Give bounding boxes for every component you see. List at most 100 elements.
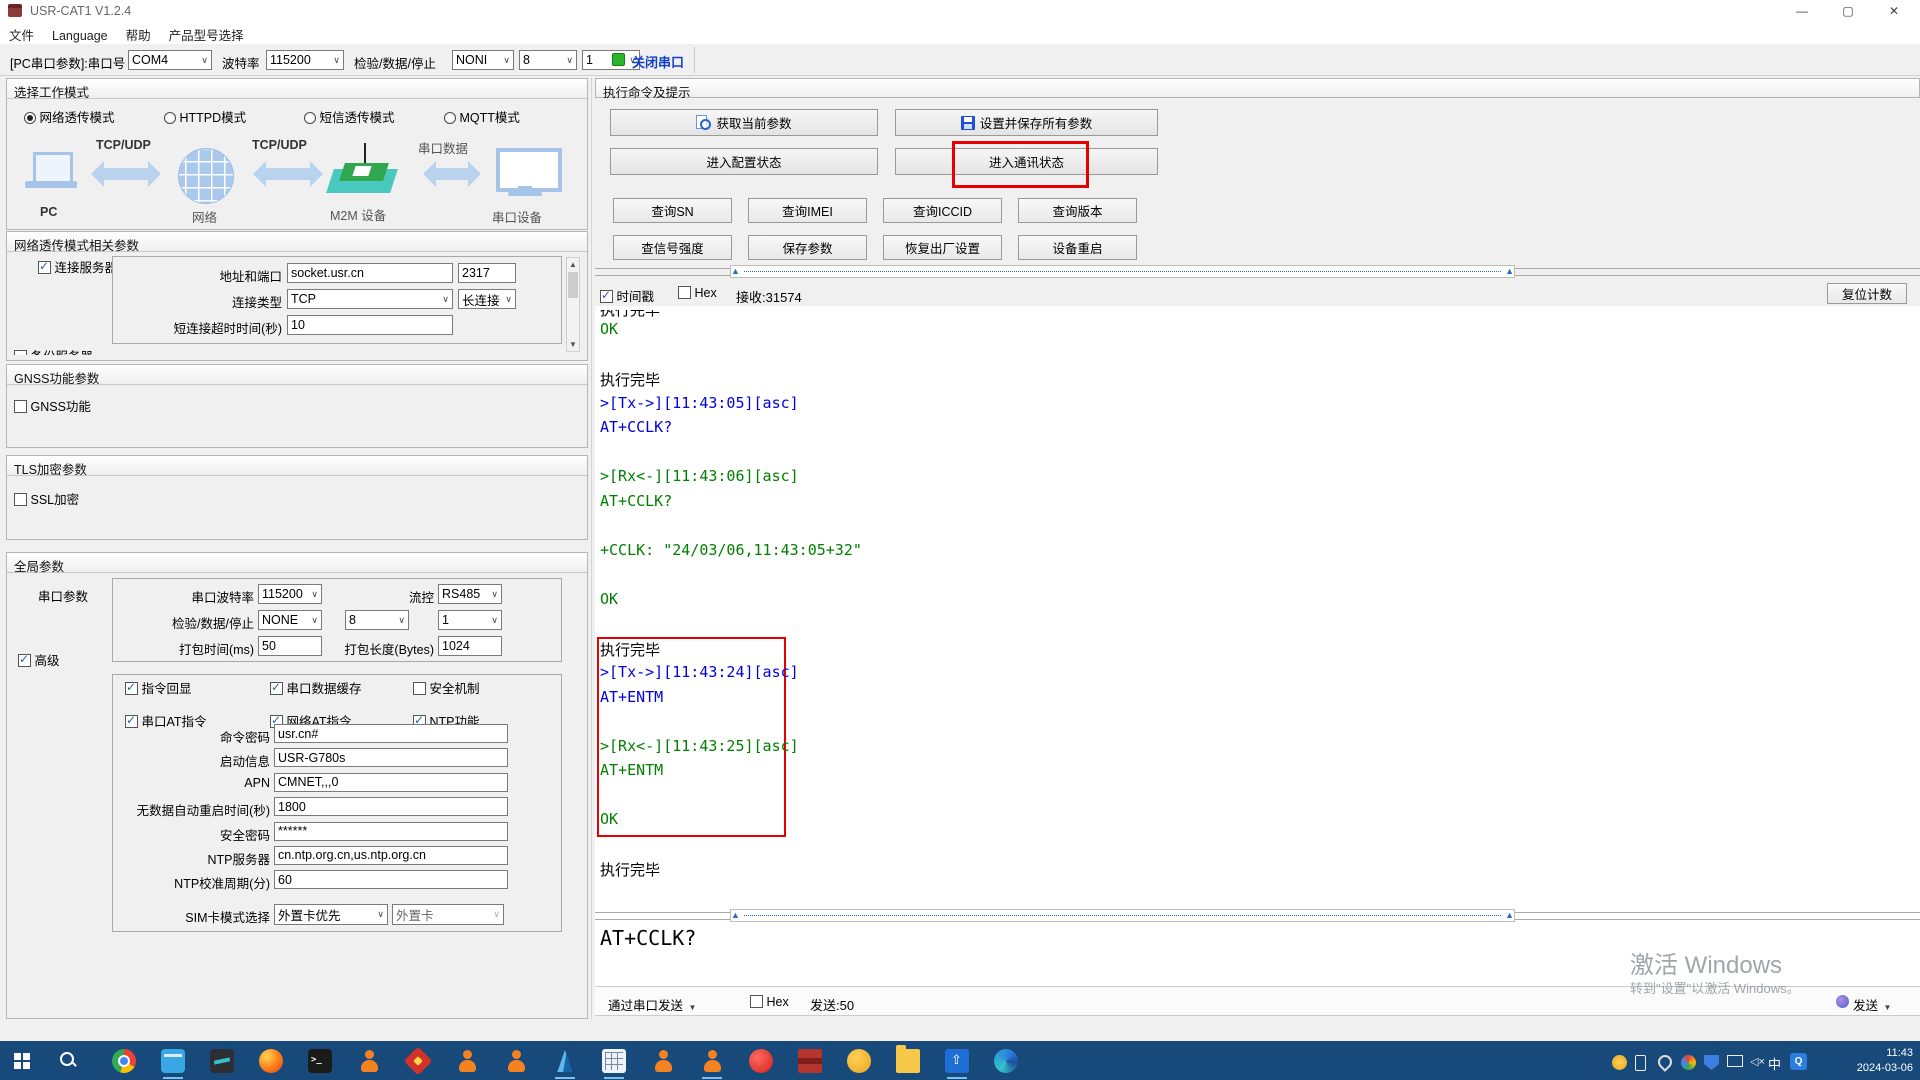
close-port-button[interactable]: 关闭串口 <box>632 52 684 71</box>
pack-len-label: 打包长度(Bytes) <box>330 639 434 658</box>
baud-select[interactable]: 115200∨ <box>266 50 344 70</box>
sim-card-select[interactable]: 外置卡∨ <box>392 904 504 925</box>
advanced-option-checkbox[interactable]: 安全机制 <box>413 678 553 700</box>
hex-checkbox[interactable]: Hex <box>678 286 717 300</box>
field-input[interactable] <box>274 870 508 889</box>
pack-len-input[interactable] <box>438 636 502 656</box>
reset-count-button[interactable]: 复位计数 <box>1827 283 1907 304</box>
field-input[interactable] <box>274 797 508 816</box>
advanced-checkbox[interactable]: 高级 <box>18 650 60 669</box>
send-hex-checkbox[interactable]: Hex <box>750 995 789 1009</box>
send-button[interactable]: 发送 ▼ <box>1853 995 1891 1014</box>
pack-time-input[interactable] <box>258 636 322 656</box>
conn-type-select[interactable]: TCP∨ <box>287 289 453 309</box>
bird-tray-icon[interactable] <box>1681 1055 1696 1070</box>
maximize-button[interactable]: ▢ <box>1825 0 1871 22</box>
set-save-params-button[interactable]: 设置并保存所有参数 <box>895 109 1158 136</box>
sail-blue-taskbar-icon[interactable] <box>553 1049 577 1073</box>
work-mode-option[interactable]: 网络透传模式 <box>24 107 164 125</box>
person-taskbar-icon[interactable] <box>700 1049 724 1073</box>
ie-window-taskbar-icon[interactable] <box>161 1049 185 1073</box>
scroll-up-icon[interactable]: ▲ <box>567 260 579 269</box>
menu-item[interactable]: Language <box>43 26 117 46</box>
enter-config-button[interactable]: 进入配置状态 <box>610 148 878 175</box>
scroll-down-icon[interactable]: ▼ <box>567 340 579 349</box>
person-taskbar-icon[interactable] <box>357 1049 381 1073</box>
minimize-button[interactable]: — <box>1779 0 1825 22</box>
slider-left-marker[interactable]: ▲ <box>731 911 740 920</box>
action-button[interactable]: 设备重启 <box>1018 235 1137 260</box>
lion-tray-icon[interactable] <box>1612 1055 1627 1070</box>
slider-right-marker[interactable]: ▲ <box>1505 911 1514 920</box>
query-button[interactable]: 查询版本 <box>1018 198 1137 223</box>
timestamp-checkbox[interactable]: 时间戳 <box>600 286 654 305</box>
firefox-taskbar-icon[interactable] <box>259 1049 283 1073</box>
work-mode-option[interactable]: 短信透传模式 <box>304 107 444 125</box>
clipped-checkbox-row: 备份服务器 <box>14 346 214 355</box>
g-databits-select[interactable]: 8∨ <box>345 610 409 630</box>
quick-assist-icon[interactable]: Q <box>1790 1053 1807 1070</box>
start-button[interactable] <box>14 1053 21 1060</box>
mute-tray-icon[interactable]: ◁× <box>1750 1055 1765 1070</box>
log-top-slider[interactable]: ▲ ▲ <box>730 265 1515 278</box>
query-button[interactable]: 查询IMEI <box>748 198 867 223</box>
chrome-taskbar-icon[interactable] <box>112 1049 136 1073</box>
action-button[interactable]: 保存参数 <box>748 235 867 260</box>
get-params-button[interactable]: 获取当前参数 <box>610 109 878 136</box>
work-mode-option[interactable]: MQTT模式 <box>444 107 584 125</box>
person-taskbar-icon[interactable] <box>651 1049 675 1073</box>
gnss-checkbox[interactable]: GNSS功能 <box>14 396 91 415</box>
log-area[interactable]: 执行完毕OK执行完毕>[Tx->][11:43:05][asc]AT+CCLK?… <box>595 306 1920 916</box>
checkbox-icon <box>14 350 27 355</box>
send-method-dropdown[interactable]: 通过串口发送 ▼ <box>608 995 696 1014</box>
field-input[interactable] <box>274 822 508 841</box>
short-timeout-input[interactable] <box>287 315 453 335</box>
calculator-taskbar-icon[interactable] <box>602 1049 626 1073</box>
field-input[interactable] <box>274 846 508 865</box>
ssl-checkbox[interactable]: SSL加密 <box>14 489 79 508</box>
slider-right-marker[interactable]: ▲ <box>1505 267 1514 276</box>
parity-select[interactable]: NONI∨ <box>452 50 514 70</box>
serial-port-select[interactable]: COM4∨ <box>128 50 212 70</box>
ime-indicator[interactable]: 中 <box>1768 1054 1781 1073</box>
person-taskbar-icon[interactable] <box>504 1049 528 1073</box>
folder-taskbar-icon[interactable] <box>896 1049 920 1073</box>
query-button[interactable]: 查询ICCID <box>883 198 1002 223</box>
g-stopbits-select[interactable]: 1∨ <box>438 610 502 630</box>
taskbar-search-icon[interactable] <box>60 1052 74 1066</box>
advanced-option-checkbox[interactable]: 指令回显 <box>125 678 270 700</box>
field-input[interactable] <box>274 748 508 767</box>
send-input-text[interactable]: AT+CCLK? <box>600 926 696 950</box>
media-dark-taskbar-icon[interactable] <box>210 1049 234 1073</box>
query-button[interactable]: 查询SN <box>613 198 732 223</box>
port-input[interactable] <box>458 263 516 283</box>
addr-input[interactable] <box>287 263 453 283</box>
log-bottom-slider[interactable]: ▲ ▲ <box>730 909 1515 922</box>
g-parity-select[interactable]: NONE∨ <box>258 610 322 630</box>
sim-mode-select[interactable]: 外置卡优先∨ <box>274 904 388 925</box>
field-input[interactable] <box>274 773 508 792</box>
conn-mode-select[interactable]: 长连接∨ <box>458 289 516 309</box>
net-params-scrollbar[interactable]: ▲ ▼ <box>566 257 580 352</box>
phone-tray-icon[interactable] <box>1635 1055 1646 1071</box>
g-baud-select[interactable]: 115200∨ <box>258 584 322 604</box>
edge-taskbar-icon[interactable] <box>994 1049 1018 1073</box>
close-button[interactable]: ✕ <box>1871 0 1917 22</box>
red-bird-taskbar-icon[interactable] <box>749 1049 773 1073</box>
lion-taskbar-icon[interactable] <box>847 1049 871 1073</box>
advanced-option-checkbox[interactable]: 串口数据缓存 <box>270 678 413 700</box>
uploader-blue-taskbar-icon[interactable] <box>945 1049 969 1073</box>
slider-left-marker[interactable]: ▲ <box>731 267 740 276</box>
work-mode-option[interactable]: HTTPD模式 <box>164 107 304 125</box>
terminal-taskbar-icon[interactable] <box>308 1049 332 1073</box>
person-taskbar-icon[interactable] <box>455 1049 479 1073</box>
field-input[interactable] <box>274 724 508 743</box>
crate-taskbar-icon[interactable] <box>798 1049 822 1073</box>
monitor-tray-icon[interactable] <box>1727 1055 1743 1067</box>
databits-select[interactable]: 8∨ <box>519 50 577 70</box>
action-button[interactable]: 恢复出厂设置 <box>883 235 1002 260</box>
action-button[interactable]: 查信号强度 <box>613 235 732 260</box>
backup-server-checkbox[interactable]: 备份服务器 <box>14 350 93 355</box>
flow-select[interactable]: RS485∨ <box>438 584 502 604</box>
taskbar-clock[interactable]: 11:43 2024-03-06 <box>1815 1046 1913 1076</box>
